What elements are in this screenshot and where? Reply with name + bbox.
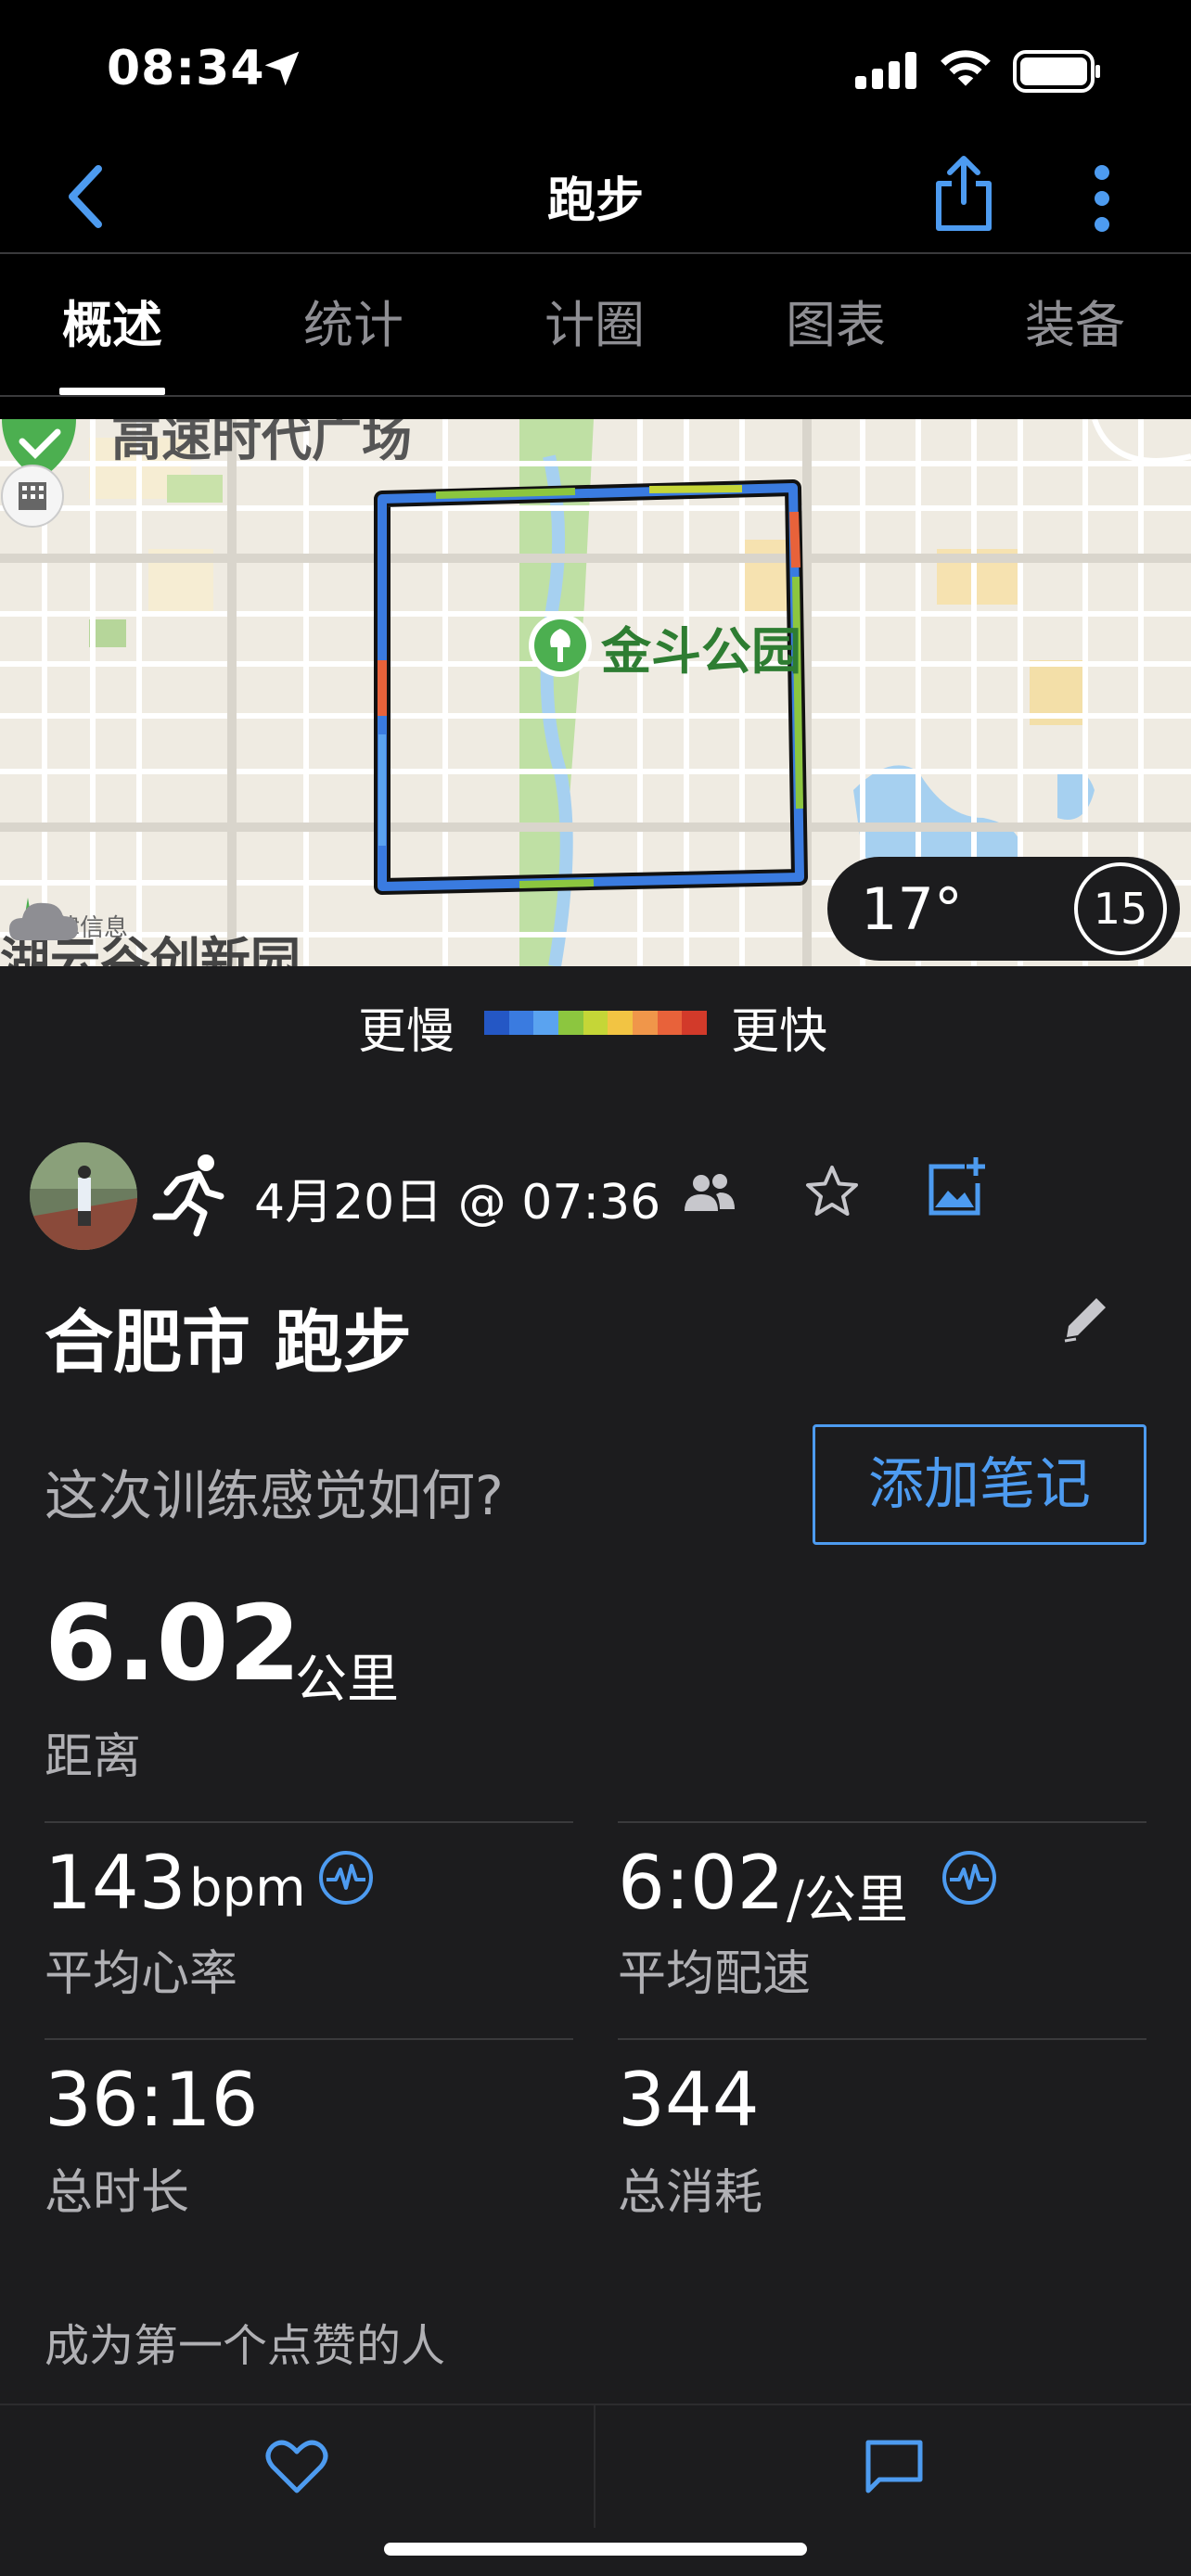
- heart-rate-sensor-icon[interactable]: [317, 1849, 375, 1906]
- first-like-text: 成为第一个点赞的人: [45, 2320, 446, 2372]
- route-map[interactable]: 高速时代广场 金斗公园 湖云谷创新园 法律信息 17° 15: [0, 419, 1191, 966]
- divider: [618, 1821, 1146, 1823]
- tab-gear[interactable]: 装备: [991, 256, 1159, 395]
- map-place-label: 高速时代广场: [111, 419, 412, 467]
- nav-bar: 跑步: [0, 139, 1191, 254]
- star-icon[interactable]: [803, 1163, 861, 1220]
- duration-label: 总时长: [45, 2165, 190, 2221]
- legend-fast-label: 更快: [731, 1004, 828, 1060]
- share-icon[interactable]: [931, 154, 996, 232]
- activity-date: 4月20日 @ 07:36: [254, 1175, 661, 1231]
- pace-color-scale: [484, 1011, 708, 1035]
- heart-rate-value: 143: [45, 1840, 186, 1926]
- building-icon[interactable]: [0, 464, 65, 529]
- pace-legend: 更慢 更快: [0, 966, 1191, 1078]
- add-photo-icon[interactable]: [924, 1155, 989, 1220]
- running-icon: [152, 1154, 224, 1237]
- like-heart-icon[interactable]: [265, 2437, 328, 2496]
- tab-overview[interactable]: 概述: [28, 256, 197, 395]
- calories-value: 344: [618, 2057, 760, 2143]
- status-time: 08:34: [107, 41, 265, 96]
- pace-label: 平均配速: [618, 1946, 812, 2002]
- divider: [45, 1821, 573, 1823]
- distance-value: 6.02: [45, 1584, 301, 1704]
- pace-color-swatch: [533, 1011, 559, 1035]
- map-park-label: 金斗公园: [601, 622, 801, 681]
- pace-color-swatch: [558, 1011, 583, 1035]
- pace-value: 6:02: [618, 1840, 785, 1926]
- comment-icon[interactable]: [863, 2437, 926, 2496]
- feel-prompt: 这次训练感觉如何?: [45, 1464, 504, 1527]
- avatar[interactable]: [30, 1142, 137, 1250]
- pace-unit: /公里: [787, 1870, 908, 1931]
- tab-bar: 概述 统计 计圈 图表 装备: [0, 256, 1191, 397]
- pace-sensor-icon[interactable]: [941, 1849, 998, 1906]
- battery-icon: [1013, 50, 1100, 93]
- tab-charts[interactable]: 图表: [751, 256, 920, 395]
- activity-title: 合肥市 跑步: [45, 1303, 412, 1383]
- minute-badge: 15: [1074, 862, 1167, 955]
- active-tab-indicator: [59, 388, 165, 395]
- page-title: 跑步: [546, 173, 644, 229]
- add-note-button[interactable]: 添加笔记: [813, 1424, 1146, 1545]
- people-icon[interactable]: [683, 1172, 736, 1215]
- pace-color-swatch: [657, 1011, 683, 1035]
- distance-label: 距离: [45, 1729, 142, 1785]
- pace-color-swatch: [608, 1011, 634, 1035]
- divider: [45, 2038, 573, 2040]
- cloudy-weather-icon: [9, 898, 78, 940]
- home-indicator[interactable]: [384, 2543, 807, 2556]
- more-options-icon[interactable]: [1089, 163, 1115, 234]
- status-bar: 08:34: [0, 0, 1191, 139]
- tab-laps[interactable]: 计圈: [510, 256, 679, 395]
- pace-color-swatch: [682, 1011, 708, 1035]
- edit-pencil-icon[interactable]: [1057, 1289, 1115, 1346]
- divider: [594, 2405, 596, 2530]
- legend-slow-label: 更慢: [358, 1004, 455, 1060]
- activity-details: 4月20日 @ 07:36 合肥市 跑步 这次训练感觉如何? 添加笔记 6.02…: [0, 1078, 1191, 2404]
- duration-value: 36:16: [45, 2057, 259, 2143]
- pace-color-swatch: [583, 1011, 608, 1035]
- wifi-icon: [941, 50, 991, 86]
- cellular-signal-icon: [855, 52, 916, 89]
- divider: [618, 2038, 1146, 2040]
- calories-label: 总消耗: [618, 2165, 763, 2221]
- weather-temperature: 17°: [861, 875, 963, 943]
- bottom-action-bar: [0, 2404, 1191, 2530]
- pace-color-swatch: [484, 1011, 509, 1035]
- pace-color-swatch: [633, 1011, 658, 1035]
- distance-unit: 公里: [295, 1650, 399, 1710]
- location-arrow-icon: [264, 51, 300, 86]
- heart-rate-label: 平均心率: [45, 1946, 238, 2002]
- tab-stats[interactable]: 统计: [269, 256, 438, 395]
- avatar-photo: [30, 1142, 137, 1250]
- pace-color-swatch: [508, 1011, 534, 1035]
- heart-rate-unit: bpm: [189, 1858, 306, 1919]
